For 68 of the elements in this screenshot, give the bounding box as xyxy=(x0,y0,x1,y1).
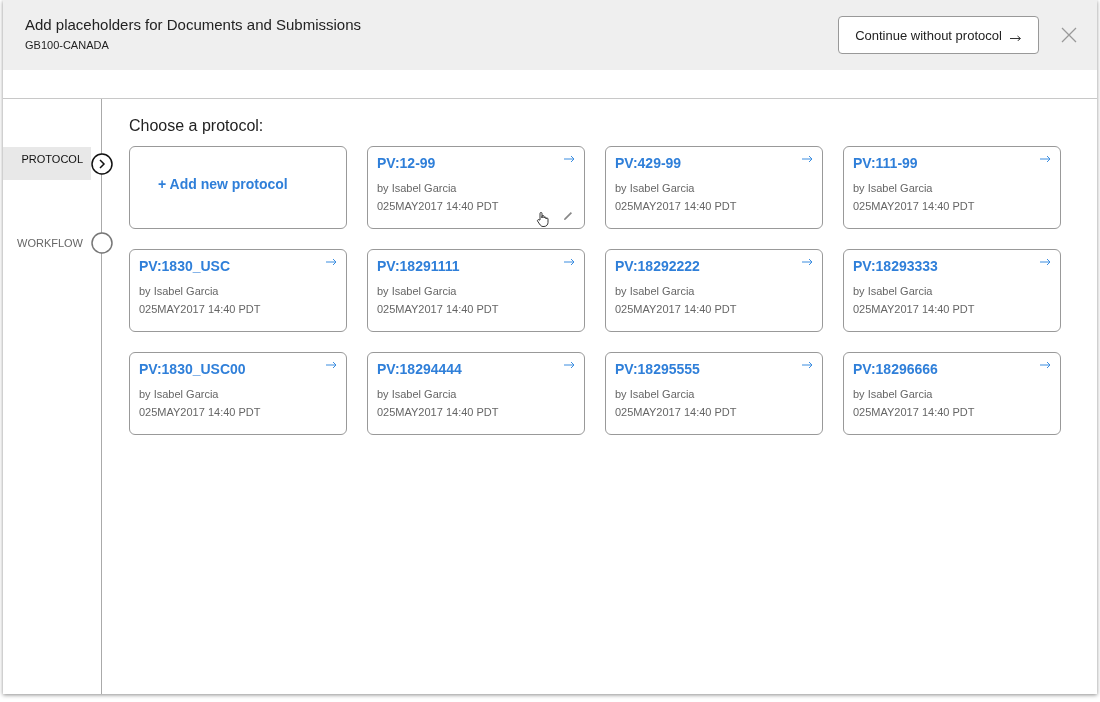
arrow-right-icon[interactable] xyxy=(326,258,337,266)
protocol-card[interactable]: PV:18295555 by Isabel Garcia 025MAY2017 14:40 PDT xyxy=(605,352,823,435)
protocol-card[interactable]: PV:18293333 by Isabel Garcia 025MAY2017 14:40 PDT xyxy=(843,249,1061,332)
arrow-right-icon xyxy=(1009,33,1022,41)
continue-button[interactable]: Continue without protocol xyxy=(838,16,1039,54)
dialog-subtitle: GB100-CANADA xyxy=(25,39,110,51)
protocol-author: by Isabel Garcia xyxy=(377,284,458,299)
arrow-right-icon[interactable] xyxy=(326,361,337,369)
protocol-author: by Isabel Garcia xyxy=(853,181,934,196)
add-protocol-card[interactable]: + Add new protocol xyxy=(129,146,347,229)
hand-cursor-icon xyxy=(536,211,550,227)
chevron-circle-icon xyxy=(91,153,113,175)
protocol-name: PV:18295555 xyxy=(615,361,700,377)
protocol-card[interactable]: PV:18291111 by Isabel Garcia 025MAY2017 14:40 PDT xyxy=(367,249,585,332)
protocol-author: by Isabel Garcia xyxy=(615,284,696,299)
step-item[interactable]: WORKFLOW xyxy=(3,226,91,259)
protocol-date: 025MAY2017 14:40 PDT xyxy=(853,302,976,317)
protocol-name: PV:111-99 xyxy=(853,155,918,171)
close-icon[interactable] xyxy=(1061,27,1077,43)
circle-icon xyxy=(91,232,113,254)
protocol-name: PV:18293333 xyxy=(853,258,938,274)
protocol-author: by Isabel Garcia xyxy=(615,387,696,402)
protocol-card[interactable]: PV:1830_USC00 by Isabel Garcia 025MAY2017 14:40 PDT xyxy=(129,352,347,435)
protocol-date: 025MAY2017 14:40 PDT xyxy=(853,405,976,420)
protocol-date: 025MAY2017 14:40 PDT xyxy=(853,199,976,214)
protocol-name: PV:429-99 xyxy=(615,155,682,171)
protocol-author: by Isabel Garcia xyxy=(377,387,458,402)
arrow-right-icon[interactable] xyxy=(802,155,813,163)
arrow-right-icon[interactable] xyxy=(564,258,575,266)
protocol-card[interactable]: PV:18292222 by Isabel Garcia 025MAY2017 14:40 PDT xyxy=(605,249,823,332)
protocol-date: 025MAY2017 14:40 PDT xyxy=(615,405,738,420)
protocol-author: by Isabel Garcia xyxy=(615,181,696,196)
protocol-name: PV:12-99 xyxy=(377,155,436,171)
protocol-card[interactable]: PV:18294444 by Isabel Garcia 025MAY2017 14:40 PDT xyxy=(367,352,585,435)
dialog-title: Add placeholders for Documents and Submissions xyxy=(25,16,362,33)
protocol-name: PV:18294444 xyxy=(377,361,462,377)
protocol-author: by Isabel Garcia xyxy=(139,284,220,299)
protocol-date: 025MAY2017 14:40 PDT xyxy=(377,199,500,214)
protocol-date: 025MAY2017 14:40 PDT xyxy=(615,302,738,317)
protocol-card[interactable]: PV:111-99 by Isabel Garcia 025MAY2017 14:40 PDT xyxy=(843,146,1061,229)
step-item[interactable]: PROTOCOL xyxy=(3,147,91,180)
protocol-author: by Isabel Garcia xyxy=(139,387,220,402)
protocol-name: PV:18291111 xyxy=(377,258,460,274)
arrow-right-icon[interactable] xyxy=(1040,361,1051,369)
protocol-card[interactable]: PV:429-99 by Isabel Garcia 025MAY2017 14:40 PDT xyxy=(605,146,823,229)
arrow-right-icon[interactable] xyxy=(564,361,575,369)
protocol-author: by Isabel Garcia xyxy=(853,387,934,402)
arrow-right-icon[interactable] xyxy=(1040,258,1051,266)
arrow-right-icon[interactable] xyxy=(564,155,575,163)
section-heading: Choose a protocol: xyxy=(129,117,265,135)
protocol-date: 025MAY2017 14:40 PDT xyxy=(139,405,262,420)
pencil-icon[interactable] xyxy=(563,211,573,221)
protocol-name: PV:18296666 xyxy=(853,361,938,377)
protocol-date: 025MAY2017 14:40 PDT xyxy=(377,405,500,420)
protocol-name: PV:1830_USC xyxy=(139,258,231,274)
protocol-date: 025MAY2017 14:40 PDT xyxy=(139,302,262,317)
protocol-card[interactable]: PV:18296666 by Isabel Garcia 025MAY2017 14:40 PDT xyxy=(843,352,1061,435)
protocol-author: by Isabel Garcia xyxy=(377,181,458,196)
protocol-card[interactable]: PV:1830_USC by Isabel Garcia 025MAY2017 14:40 PDT xyxy=(129,249,347,332)
arrow-right-icon[interactable] xyxy=(1040,155,1051,163)
protocol-card[interactable]: PV:12-99 by Isabel Garcia 025MAY2017 14:40 PDT xyxy=(367,146,585,229)
protocol-name: PV:18292222 xyxy=(615,258,700,274)
arrow-right-icon[interactable] xyxy=(802,361,813,369)
protocol-date: 025MAY2017 14:40 PDT xyxy=(377,302,500,317)
protocol-date: 025MAY2017 14:40 PDT xyxy=(615,199,738,214)
arrow-right-icon[interactable] xyxy=(802,258,813,266)
protocol-author: by Isabel Garcia xyxy=(853,284,934,299)
protocol-name: PV:1830_USC00 xyxy=(139,361,246,377)
